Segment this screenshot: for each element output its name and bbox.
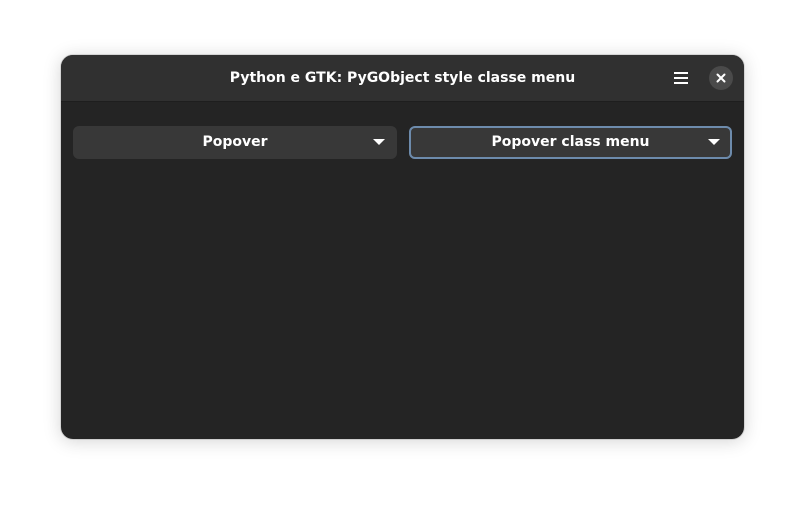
main-menu-button[interactable]	[665, 63, 697, 93]
popover-class-menu-button[interactable]: Popover class menu	[409, 126, 732, 159]
hamburger-menu-icon	[674, 72, 688, 84]
popover-class-menu-button-label: Popover class menu	[491, 134, 650, 150]
close-icon	[716, 73, 726, 83]
window-content: Popover Popover class menu	[61, 102, 744, 439]
popover-menu-button[interactable]: Popover	[73, 126, 397, 159]
app-window: Python e GTK: PyGObject style classe men…	[61, 55, 744, 439]
window-title: Python e GTK: PyGObject style classe men…	[229, 70, 576, 86]
popover-menu-button-label: Popover	[202, 134, 268, 150]
close-window-button[interactable]	[709, 66, 733, 90]
header-bar[interactable]: Python e GTK: PyGObject style classe men…	[61, 55, 744, 102]
pan-down-icon	[708, 139, 720, 145]
pan-down-icon	[373, 139, 385, 145]
